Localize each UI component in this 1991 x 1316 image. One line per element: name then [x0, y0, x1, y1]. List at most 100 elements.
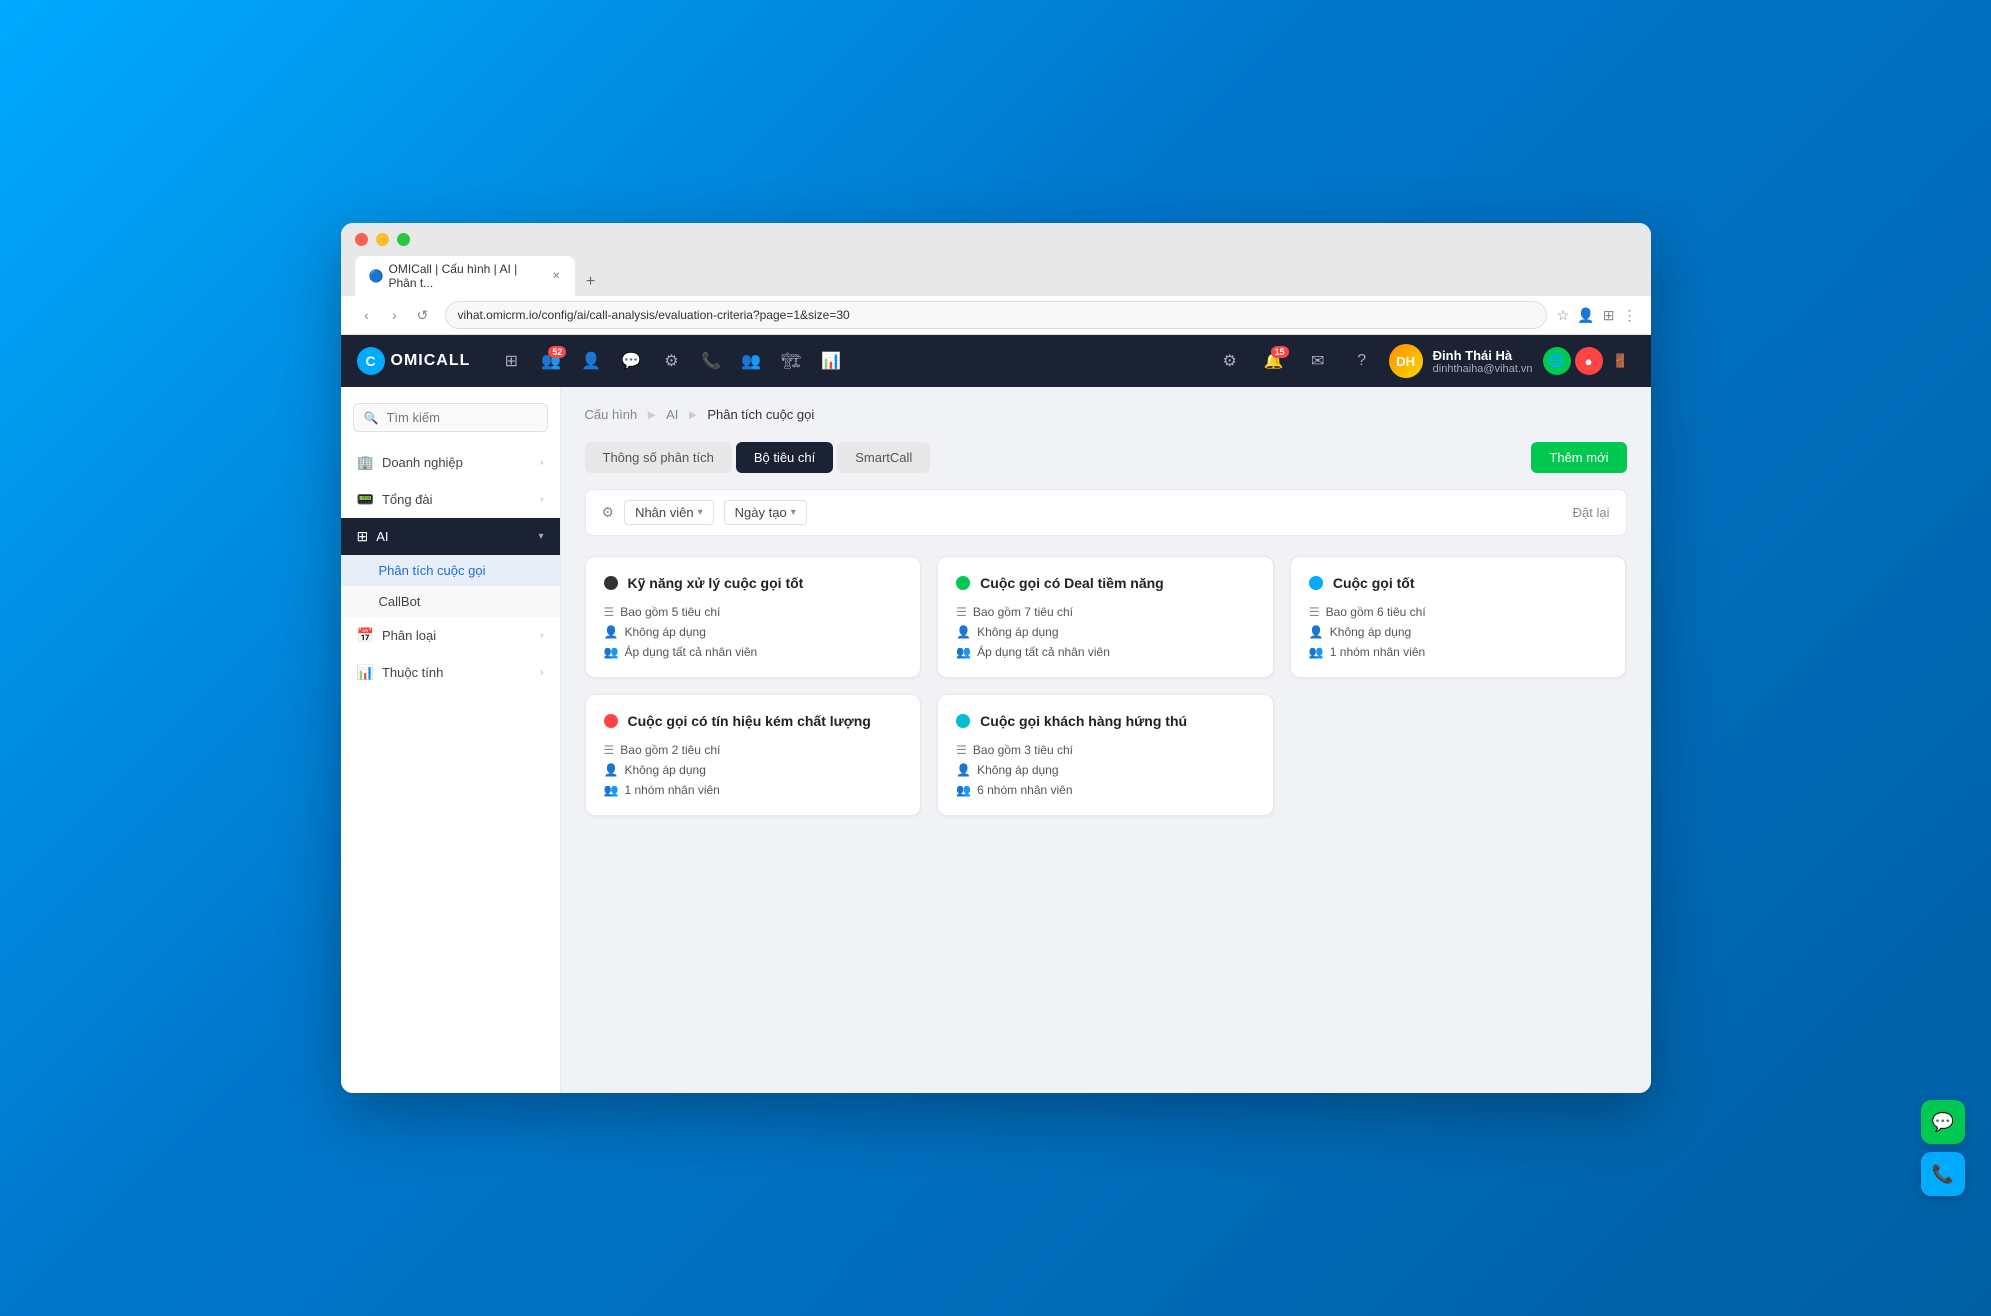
- sidebar-sub-item-callbot[interactable]: CallBot: [341, 586, 560, 617]
- sidebar-sub-item-phan-tich[interactable]: Phân tích cuộc gọi: [341, 555, 560, 586]
- card-title: Cuộc gọi tốt: [1333, 575, 1415, 591]
- card-header: Cuộc gọi có Deal tiềm năng: [956, 575, 1255, 591]
- user-icon: 👤: [1309, 625, 1324, 639]
- filter-dropdown-ngay-tao[interactable]: Ngày tạo ▾: [724, 500, 807, 525]
- nav-grid-icon[interactable]: ⊞: [494, 344, 528, 378]
- card-dot-icon: [956, 714, 970, 728]
- user-icon: 👤: [956, 625, 971, 639]
- badge-52: 52: [548, 346, 566, 358]
- sidebar-item-left: 📟 Tổng đài: [357, 491, 433, 508]
- menu-icon[interactable]: ⋮: [1623, 307, 1637, 324]
- reset-filter-button[interactable]: Đặt lại: [1573, 505, 1610, 520]
- tab-close-icon[interactable]: ✕: [552, 271, 560, 282]
- back-button[interactable]: ‹: [355, 303, 379, 327]
- new-tab-button[interactable]: +: [577, 268, 605, 296]
- card-user-row: 👤 Không áp dụng: [604, 625, 903, 639]
- card-meta: ☰ Bao gồm 5 tiêu chí 👤 Không áp dụng 👥 Á…: [604, 605, 903, 659]
- logout-icon[interactable]: 🚪: [1607, 347, 1635, 375]
- search-input[interactable]: [386, 410, 536, 425]
- minimize-traffic-light[interactable]: [376, 233, 389, 246]
- tab-thong-so[interactable]: Thông số phân tích: [585, 442, 732, 473]
- card-header: Cuộc gọi khách hàng hứng thú: [956, 713, 1255, 729]
- group-icon: 👥: [604, 783, 619, 797]
- sidebar-item-label: Tổng đài: [382, 492, 433, 507]
- help-icon[interactable]: ?: [1345, 344, 1379, 378]
- card-apply-user: Không áp dụng: [624, 763, 705, 777]
- sidebar-item-label: AI: [376, 529, 388, 544]
- profile-icon[interactable]: 👤: [1577, 307, 1594, 324]
- nav-phone-icon[interactable]: 📞: [694, 344, 728, 378]
- card-title: Cuộc gọi khách hàng hứng thú: [980, 713, 1187, 729]
- criteria-icon: ☰: [956, 605, 967, 619]
- criteria-icon: ☰: [604, 605, 615, 619]
- right-icon-buttons: 🌐 ● 🚪: [1543, 347, 1635, 375]
- tab-bo-tieu-chi[interactable]: Bộ tiêu chí: [736, 442, 833, 473]
- add-new-button[interactable]: Thêm mới: [1531, 442, 1626, 473]
- card-item[interactable]: Cuộc gọi có Deal tiềm năng ☰ Bao gồm 7 t…: [937, 556, 1274, 678]
- card-criteria-count: Bao gồm 2 tiêu chí: [620, 743, 720, 757]
- nav-dashboard-icon[interactable]: 📊: [814, 344, 848, 378]
- card-group-row: 👥 Áp dụng tất cả nhân viên: [956, 645, 1255, 659]
- browser-tab[interactable]: 🔵 OMICall | Cấu hình | AI | Phân t... ✕: [355, 256, 575, 296]
- user-email: dinhthaiha@vihat.vn: [1433, 363, 1533, 375]
- settings-gear-icon[interactable]: ⚙: [1213, 344, 1247, 378]
- address-input[interactable]: [445, 301, 1547, 329]
- cards-grid: Kỹ năng xử lý cuộc gọi tốt ☰ Bao gồm 5 t…: [585, 556, 1627, 816]
- close-traffic-light[interactable]: [355, 233, 368, 246]
- user-icon: 👤: [604, 625, 619, 639]
- user-icon: 👤: [604, 763, 619, 777]
- card-title: Kỹ năng xử lý cuộc gọi tốt: [628, 575, 804, 591]
- tab-smartcall[interactable]: SmartCall: [837, 442, 930, 473]
- nav-settings-icon[interactable]: ⚙: [654, 344, 688, 378]
- card-item[interactable]: Kỹ năng xử lý cuộc gọi tốt ☰ Bao gồm 5 t…: [585, 556, 922, 678]
- search-box[interactable]: 🔍: [353, 403, 548, 432]
- sidebar-item-ai[interactable]: ⊞ AI ▾: [341, 518, 560, 555]
- nav-user-icon[interactable]: 👤: [574, 344, 608, 378]
- notifications-icon[interactable]: 🔔 15: [1257, 344, 1291, 378]
- group-icon: 👥: [1309, 645, 1324, 659]
- sub-item-label: Phân tích cuộc gọi: [379, 563, 486, 578]
- nav-icons: ⊞ 👥 52 👤 💬 ⚙ 📞 👥 🏗 📊: [494, 344, 1196, 378]
- bookmark-icon[interactable]: ☆: [1557, 307, 1570, 324]
- mail-icon[interactable]: ✉: [1301, 344, 1335, 378]
- search-icon: 🔍: [364, 411, 379, 425]
- extensions-icon[interactable]: ⊞: [1603, 307, 1615, 324]
- card-user-row: 👤 Không áp dụng: [956, 625, 1255, 639]
- maximize-traffic-light[interactable]: [397, 233, 410, 246]
- card-item[interactable]: Cuộc gọi có tín hiệu kém chất lượng ☰ Ba…: [585, 694, 922, 816]
- criteria-icon: ☰: [1309, 605, 1320, 619]
- card-dot-icon: [604, 714, 618, 728]
- card-title: Cuộc gọi có tín hiệu kém chất lượng: [628, 713, 871, 729]
- card-apply-user: Không áp dụng: [977, 625, 1058, 639]
- nav-badge-icon[interactable]: 👥 52: [534, 344, 568, 378]
- card-item[interactable]: Cuộc gọi tốt ☰ Bao gồm 6 tiêu chí 👤 Khôn…: [1290, 556, 1627, 678]
- nav-chat-icon[interactable]: 💬: [614, 344, 648, 378]
- sidebar-item-tong-dai[interactable]: 📟 Tổng đài ›: [341, 481, 560, 518]
- forward-button[interactable]: ›: [383, 303, 407, 327]
- filter-ngay-tao-label: Ngày tạo: [735, 505, 787, 520]
- red-action-icon[interactable]: ●: [1575, 347, 1603, 375]
- card-item[interactable]: Cuộc gọi khách hàng hứng thú ☰ Bao gồm 3…: [937, 694, 1274, 816]
- sidebar: 🔍 🏢 Doanh nghiệp › 📟 Tổng đài: [341, 387, 561, 1093]
- criteria-icon: ☰: [604, 743, 615, 757]
- browser-controls: [355, 233, 1637, 246]
- sidebar-item-phan-loai[interactable]: 📅 Phân loại ›: [341, 617, 560, 654]
- card-meta: ☰ Bao gồm 6 tiêu chí 👤 Không áp dụng 👥 1…: [1309, 605, 1608, 659]
- tabs-left: Thông số phân tích Bộ tiêu chí SmartCall: [585, 442, 931, 473]
- nav-hierarchy-icon[interactable]: 🏗: [774, 344, 808, 378]
- user-name: Đinh Thái Hà: [1433, 348, 1533, 363]
- card-criteria-row: ☰ Bao gồm 5 tiêu chí: [604, 605, 903, 619]
- filter-dropdown-nhan-vien[interactable]: Nhân viên ▾: [624, 500, 714, 525]
- breadcrumb-item-1: Cấu hình: [585, 407, 638, 422]
- green-action-icon[interactable]: 🌐: [1543, 347, 1571, 375]
- avatar: DH: [1389, 344, 1423, 378]
- tab-favicon-icon: 🔵: [369, 269, 383, 283]
- sidebar-item-thuoc-tinh[interactable]: 📊 Thuộc tính ›: [341, 654, 560, 691]
- sidebar-item-doanh-nghiep[interactable]: 🏢 Doanh nghiệp ›: [341, 444, 560, 481]
- logo-icon: C: [357, 347, 385, 375]
- tab-title: OMICall | Cấu hình | AI | Phân t...: [389, 262, 543, 290]
- nav-users-icon[interactable]: 👥: [734, 344, 768, 378]
- card-user-row: 👤 Không áp dụng: [956, 763, 1255, 777]
- refresh-button[interactable]: ↺: [411, 303, 435, 327]
- breadcrumb-item-3: Phân tích cuộc gọi: [707, 407, 814, 422]
